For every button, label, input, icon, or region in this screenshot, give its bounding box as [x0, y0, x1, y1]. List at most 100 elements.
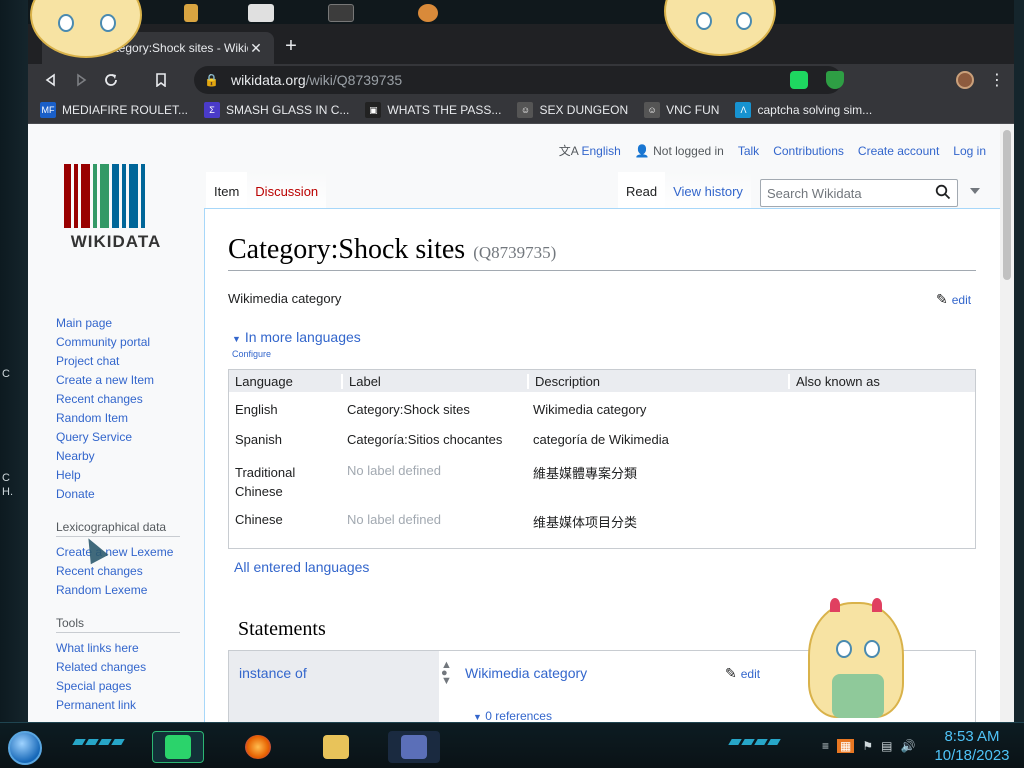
bookmark-item[interactable]: ☺ VNC FUN — [644, 101, 719, 118]
sidebar-link[interactable]: Project chat — [56, 352, 206, 371]
sidebar-link[interactable]: Community portal — [56, 333, 206, 352]
taskbar-app-firefox[interactable] — [232, 731, 284, 763]
login-link[interactable]: Log in — [953, 144, 986, 158]
create-account-link[interactable]: Create account — [858, 144, 939, 158]
sidebar-link[interactable]: Main page — [56, 314, 206, 333]
menu-icon[interactable]: ⋮ — [988, 66, 1006, 94]
mascot-sticker — [808, 598, 904, 718]
desktop-left-edge: C C H. — [0, 0, 28, 722]
logo-bar — [141, 164, 145, 228]
sidebar-link[interactable]: Nearby — [56, 447, 206, 466]
bookmarks-bar: MF MEDIAFIRE ROULET... Σ SMASH GLASS IN C..… — [28, 96, 1014, 124]
tab-discussion[interactable]: Discussion — [247, 172, 327, 210]
clock-date: 10/18/2023 — [934, 747, 1010, 764]
desktop-top-strip — [0, 0, 1024, 24]
all-languages-link[interactable]: All entered languages — [234, 559, 369, 575]
language-cell-label: Categoría:Sitios chocantes — [347, 432, 503, 447]
desktop-icon[interactable] — [248, 4, 274, 22]
toolbar-right: ⋮ — [956, 66, 1006, 94]
desktop-icon[interactable] — [184, 4, 198, 22]
language-row: Traditional Chinese No label defined 維基媒體專… — [229, 453, 975, 502]
tab-view-history[interactable]: View history — [665, 172, 751, 210]
language-cell-desc: 维基媒体项目分类 — [533, 515, 638, 530]
bookmark-icon[interactable] — [146, 66, 176, 94]
sidebar-link[interactable]: Donate — [56, 485, 206, 504]
edit-button[interactable]: ✎ edit — [936, 291, 971, 308]
translate-icon: 文A — [558, 144, 579, 158]
logo-bar — [122, 164, 126, 228]
tab-item[interactable]: Item — [206, 172, 248, 210]
more-dropdown-icon[interactable] — [970, 188, 980, 194]
taskbar-app-window[interactable] — [388, 731, 440, 763]
start-button[interactable] — [8, 731, 42, 765]
network-icon[interactable]: ▤ — [881, 739, 892, 753]
sidebar-link[interactable]: Query Service — [56, 428, 206, 447]
statement-edit-button[interactable]: ✎ edit — [725, 665, 760, 682]
contributions-link[interactable]: Contributions — [773, 144, 844, 158]
firefox-icon — [245, 735, 271, 759]
tray-arrow-icon[interactable]: ≡ — [822, 739, 829, 753]
more-languages-label: In more languages — [244, 329, 361, 345]
statement-property[interactable]: instance of — [229, 651, 439, 722]
sidebar-link[interactable]: Special pages — [56, 677, 206, 696]
user-links: 文A English 👤 Not logged in Talk Contribu… — [559, 142, 986, 159]
logo-barcode — [64, 164, 168, 228]
search-icon[interactable] — [935, 184, 951, 205]
scrollbar-thumb[interactable] — [1003, 130, 1011, 280]
statement-value[interactable]: Wikimedia category — [465, 665, 587, 681]
logo-bar — [74, 164, 78, 228]
sidebar: Main page Community portal Project chat Cre… — [56, 314, 206, 715]
desktop-icon[interactable] — [328, 4, 354, 22]
tab-read[interactable]: Read — [618, 172, 666, 210]
desktop-right-edge — [1014, 0, 1024, 722]
sidebar-link[interactable]: What links here — [56, 639, 206, 658]
sidebar-link[interactable]: Help — [56, 466, 206, 485]
more-languages-toggle[interactable]: ▼ In more languages — [232, 329, 361, 345]
bookmark-item[interactable]: Σ SMASH GLASS IN C... — [204, 101, 349, 118]
sidebar-link[interactable]: Create a new Lexeme — [56, 543, 206, 562]
sidebar-link[interactable]: Recent changes — [56, 390, 206, 409]
sidebar-link[interactable]: Random Lexeme — [56, 581, 206, 600]
sidebar-link[interactable]: Create a new Item — [56, 371, 206, 390]
sidebar-link[interactable]: Random Item — [56, 409, 206, 428]
address-bar[interactable]: 🔒 wikidata.org/wiki/Q8739735 — [194, 66, 842, 94]
taskbar-app-notes[interactable] — [152, 731, 204, 763]
new-tab-button[interactable]: + — [280, 36, 302, 58]
search-placeholder: Search Wikidata — [767, 185, 862, 201]
forward-icon[interactable] — [66, 66, 96, 94]
bookmark-item[interactable]: ☺ SEX DUNGEON — [517, 101, 628, 118]
back-icon[interactable] — [36, 66, 66, 94]
configure-link[interactable]: Configure — [232, 349, 271, 359]
taskbar-app-explorer[interactable] — [310, 731, 362, 763]
references-toggle[interactable]: ▼ 0 references — [473, 709, 552, 722]
language-link[interactable]: 文A English — [559, 142, 621, 159]
triangle-down-icon: ▼ — [232, 334, 241, 344]
flag-icon[interactable]: ⚑ — [862, 739, 873, 753]
search-input[interactable]: Search Wikidata — [760, 179, 958, 207]
sidebar-link[interactable]: Related changes — [56, 658, 206, 677]
taskbar-decoration — [72, 739, 125, 745]
bookmark-item[interactable]: MF MEDIAFIRE ROULET... — [40, 101, 188, 118]
talk-link[interactable]: Talk — [738, 144, 759, 158]
sidebar-link[interactable]: Recent changes — [56, 562, 206, 581]
bookmark-item[interactable]: ▣ WHATS THE PASS... — [365, 101, 501, 118]
column-header: Language — [235, 373, 293, 389]
tray-app-icon[interactable]: ▦ — [837, 739, 855, 753]
language-cell-lang: English — [235, 402, 278, 417]
avatar[interactable] — [956, 71, 974, 89]
terminal-icon: ▣ — [365, 101, 382, 118]
clock[interactable]: 8:53 AM 10/18/2023 — [930, 727, 1014, 765]
desktop-icon[interactable] — [418, 4, 438, 22]
not-logged-label: Not logged in — [653, 143, 724, 158]
bookmark-item[interactable]: Λcaptcha solving sim... — [735, 101, 872, 118]
sidebar-link[interactable]: Permanent link — [56, 696, 206, 715]
logo-wordmark: WIKIDATA — [70, 232, 162, 251]
close-icon[interactable]: ✕ — [248, 40, 264, 57]
shield-icon[interactable] — [826, 71, 844, 89]
reload-icon[interactable] — [96, 66, 126, 94]
extension-icon[interactable] — [790, 71, 808, 89]
rank-selector-icon[interactable]: ▲ ● ▼ — [441, 660, 452, 687]
wikidata-logo[interactable]: WIKIDATA — [64, 164, 168, 254]
language-row: English Category:Shock sites Wikimedia cat… — [229, 392, 975, 422]
volume-icon[interactable]: 🔊 — [900, 739, 915, 753]
